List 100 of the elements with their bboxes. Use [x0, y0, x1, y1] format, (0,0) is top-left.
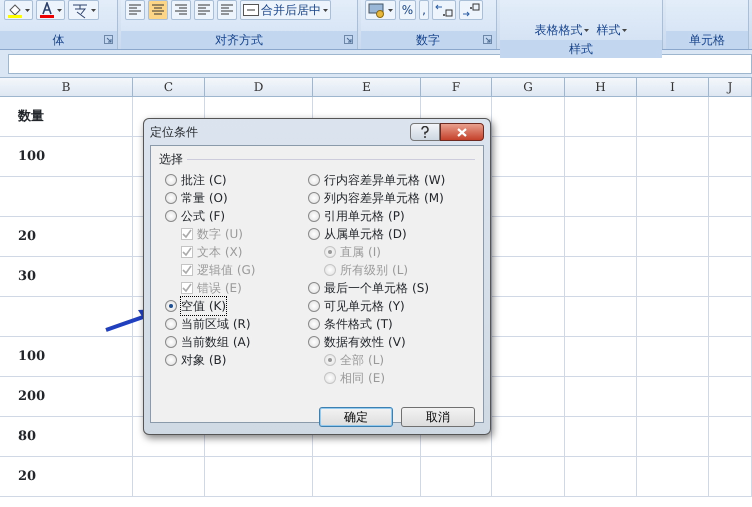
column-header[interactable]: D — [205, 78, 313, 97]
table-cell — [709, 337, 752, 377]
radio-option[interactable]: 引用单元格 (P) — [308, 207, 475, 225]
accounting-format-button[interactable] — [364, 0, 396, 20]
column-header[interactable]: H — [565, 78, 637, 97]
increase-decimal-button[interactable] — [432, 0, 456, 20]
align-left-button[interactable] — [125, 0, 146, 20]
column-header[interactable]: G — [492, 78, 565, 97]
table-cell — [565, 137, 637, 177]
column-header[interactable]: F — [421, 78, 492, 97]
table-cell — [637, 337, 709, 377]
style-dropdown-button[interactable]: 表格格式 — [532, 20, 592, 40]
radio-option[interactable]: 空值 (K) — [165, 297, 308, 315]
group-label: 选择 — [159, 151, 183, 168]
radio-option[interactable]: 列内容差异单元格 (M) — [308, 189, 475, 207]
caret-icon — [323, 8, 328, 12]
radio-option[interactable]: 常量 (O) — [165, 189, 308, 207]
table-cell — [637, 417, 709, 457]
radio-option[interactable]: 条件格式 (T) — [308, 315, 475, 333]
question-mark-icon — [421, 126, 429, 138]
table-cell — [565, 337, 637, 377]
table-cell — [637, 97, 709, 137]
table-cell — [637, 177, 709, 217]
table-cell — [709, 377, 752, 417]
ok-button[interactable]: 确定 — [319, 407, 393, 427]
table-cell: 数量 — [0, 97, 133, 137]
text-lines-icon — [220, 4, 234, 16]
column-header[interactable]: B — [0, 78, 133, 97]
dialog-launcher-icon — [104, 35, 114, 44]
table-cell — [709, 97, 752, 137]
number-format-button[interactable]: % — [398, 0, 416, 20]
column-header[interactable]: C — [133, 78, 205, 97]
table-cell — [565, 417, 637, 457]
table-cell — [637, 257, 709, 297]
table-cell: 100 — [0, 137, 133, 177]
table-cell — [637, 217, 709, 257]
group-label: 数字 — [360, 31, 496, 49]
table-cell — [709, 137, 752, 177]
column-header[interactable]: J — [709, 78, 752, 97]
dialog-launcher-icon — [344, 35, 353, 44]
dialog-launcher-icon — [482, 35, 492, 44]
merge-cells-icon — [243, 4, 260, 16]
table-cell — [709, 217, 752, 257]
text-lines-icon — [151, 4, 166, 16]
table-cell — [565, 97, 637, 137]
table-cell — [133, 457, 205, 497]
table-cell — [421, 457, 492, 497]
table-cell — [565, 457, 637, 497]
table-cell — [565, 257, 637, 297]
increase-indent-button[interactable] — [217, 0, 238, 20]
style-dropdown-button[interactable]: 样式 — [594, 20, 630, 40]
money-icon — [368, 2, 386, 18]
radio-option[interactable]: 可见单元格 (Y) — [308, 297, 475, 315]
group-label: 体 — [0, 31, 118, 49]
table-cell — [709, 297, 752, 337]
radio-option[interactable]: 当前数组 (A) — [165, 333, 308, 351]
close-button[interactable] — [440, 123, 484, 141]
radio-option[interactable]: 批注 (C) — [165, 171, 308, 189]
align-center-button[interactable] — [148, 0, 168, 20]
table-cell: 20 — [0, 217, 133, 257]
font-color-button[interactable] — [36, 0, 65, 20]
phonetic-button[interactable] — [68, 0, 99, 20]
column-header[interactable]: I — [637, 78, 709, 97]
align-right-button[interactable] — [171, 0, 192, 20]
table-cell: 100 — [0, 337, 133, 377]
text-lines-icon — [197, 4, 212, 16]
help-button[interactable] — [410, 123, 440, 141]
cancel-button[interactable]: 取消 — [401, 407, 475, 427]
radio-option[interactable]: 从属单元格 (D) — [308, 225, 475, 243]
table-cell — [637, 137, 709, 177]
caret-icon — [91, 8, 96, 12]
paint-bucket-icon — [7, 2, 23, 18]
decrease-decimal-button[interactable] — [458, 0, 483, 20]
column-header[interactable]: E — [313, 78, 421, 97]
caret-icon — [25, 8, 30, 12]
merge-center-button[interactable]: 合并后居中 — [240, 0, 332, 20]
radio-option[interactable]: 最后一个单元格 (S) — [308, 279, 475, 297]
radio-option[interactable]: 数据有效性 (V) — [308, 333, 475, 351]
radio-option[interactable]: 公式 (F) — [165, 207, 308, 225]
table-cell — [565, 377, 637, 417]
table-cell — [637, 297, 709, 337]
letter-a-icon — [39, 2, 55, 18]
caret-icon — [584, 28, 590, 32]
radio-option[interactable]: 当前区域 (R) — [165, 315, 308, 333]
table-cell — [565, 297, 637, 337]
radio-option[interactable]: 行内容差异单元格 (W) — [308, 171, 475, 189]
decimal-arrow-icon — [462, 3, 480, 17]
dialog-title: 定位条件 — [150, 124, 198, 141]
fill-color-button[interactable] — [4, 0, 33, 20]
formula-input[interactable] — [8, 54, 752, 74]
table-cell: 80 — [0, 417, 133, 457]
decrease-indent-button[interactable] — [194, 0, 214, 20]
table-cell — [709, 257, 752, 297]
number-format-button[interactable]: , — [419, 0, 429, 20]
radio-option[interactable]: 对象 (B) — [165, 351, 308, 369]
table-cell — [709, 177, 752, 217]
table-cell — [709, 417, 752, 457]
group-label: 单元格 — [666, 31, 748, 49]
table-cell: 200 — [0, 377, 133, 417]
table-cell — [637, 377, 709, 417]
